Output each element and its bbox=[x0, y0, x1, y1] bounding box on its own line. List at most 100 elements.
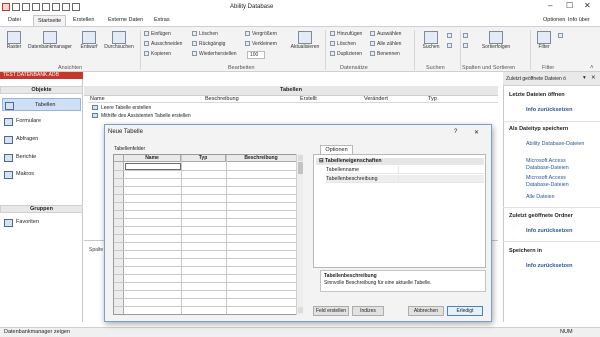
nav-item-queries[interactable]: Abfragen bbox=[2, 133, 81, 146]
grid-header-type[interactable]: Typ bbox=[181, 155, 226, 162]
help-button[interactable]: ? bbox=[454, 129, 457, 135]
paste-icon bbox=[144, 31, 149, 36]
info-menu[interactable]: Info über bbox=[568, 17, 590, 23]
maximize-button[interactable]: ☐ bbox=[566, 1, 573, 10]
zoom-out-icon bbox=[245, 41, 250, 46]
filetype-link-all[interactable]: Alle Dateien bbox=[526, 194, 555, 201]
recent-folders-heading: Zuletzt geöffnete Ordner bbox=[509, 213, 573, 219]
properties-section[interactable]: ⊟ Tabelleneigenschaften bbox=[316, 158, 484, 165]
cut-button[interactable]: Ausschneiden bbox=[144, 41, 182, 47]
pane-close-icon[interactable]: ✕ bbox=[591, 75, 596, 81]
options-menu[interactable]: Optionen bbox=[543, 17, 565, 23]
filter-button[interactable]: Filter bbox=[533, 31, 555, 51]
nav-item-forms[interactable]: Formulare bbox=[2, 115, 81, 128]
done-button[interactable]: Erledigt bbox=[447, 306, 483, 316]
undo-button[interactable]: Rückgängig bbox=[192, 41, 225, 47]
filetype-link-access[interactable]: Microsoft Access Database-Dateien bbox=[526, 158, 586, 172]
indexes-button[interactable]: Indizes bbox=[352, 306, 384, 316]
dbmanager-button[interactable]: Datenbankmanager bbox=[24, 31, 76, 51]
shrink-button[interactable]: Verkleinern bbox=[245, 41, 277, 47]
active-cell[interactable] bbox=[125, 163, 181, 170]
design-button[interactable]: Entwurf bbox=[77, 31, 101, 51]
pane-dropdown-icon[interactable]: ▾ bbox=[583, 75, 586, 81]
nav-item-reports[interactable]: Berichte bbox=[2, 151, 81, 164]
tab-home[interactable]: Startseite bbox=[33, 15, 67, 26]
sort-asc-button[interactable] bbox=[463, 43, 470, 49]
insert-button[interactable]: Einfügen bbox=[144, 31, 171, 37]
tab-external-data[interactable]: Externe Daten bbox=[108, 17, 143, 23]
grid-header-description[interactable]: Beschreibung bbox=[226, 155, 297, 162]
copy-button[interactable]: Kopieren bbox=[144, 51, 171, 57]
form-icon bbox=[4, 118, 13, 126]
tab-create[interactable]: Erstellen bbox=[73, 17, 94, 23]
new-file-icon[interactable] bbox=[12, 3, 20, 11]
group-columns-label: Spalten und Sortieren bbox=[462, 65, 516, 71]
minimize-button[interactable]: – bbox=[548, 1, 552, 10]
open-recent-heading: Letzte Dateien öffnen bbox=[509, 92, 565, 98]
raster-button[interactable]: Raster bbox=[3, 31, 25, 51]
group-separator bbox=[460, 30, 461, 70]
filter-options-button[interactable] bbox=[558, 33, 565, 39]
sort-button[interactable]: Sortierfolgen bbox=[476, 31, 516, 51]
delete-button[interactable]: Löschen bbox=[192, 31, 218, 37]
refresh-icon bbox=[298, 31, 312, 44]
undo-icon[interactable] bbox=[52, 3, 60, 11]
grid-row-line bbox=[114, 290, 297, 291]
search-next-button[interactable] bbox=[447, 33, 454, 39]
duplicate-button[interactable]: Duplizieren bbox=[330, 51, 362, 57]
nav-item-macros[interactable]: Makros bbox=[2, 168, 81, 181]
column-button[interactable] bbox=[463, 33, 470, 39]
grid-row-line bbox=[114, 282, 297, 283]
query-icon bbox=[4, 136, 13, 144]
delete-record-button[interactable]: Löschen bbox=[330, 41, 356, 47]
fields-grid[interactable]: Name Typ Beschreibung bbox=[113, 154, 303, 315]
select-all-button[interactable]: Alle zählen bbox=[370, 41, 401, 47]
open-file-icon[interactable] bbox=[22, 3, 30, 11]
reset-info-link[interactable]: Info zurücksetzen bbox=[526, 263, 572, 269]
reset-info-link[interactable]: Info zurücksetzen bbox=[526, 107, 572, 113]
grid-header-name[interactable]: Name bbox=[124, 155, 181, 162]
property-description-box: Tabellenbeschreibung Sinnvolle Beschreib… bbox=[320, 270, 486, 292]
select-button[interactable]: Auswählen bbox=[370, 31, 401, 37]
description-title: Tabellenbeschreibung bbox=[324, 273, 377, 279]
filetype-link-access-2[interactable]: Microsoft Access Database-Dateien bbox=[526, 175, 586, 189]
zoom-in-icon bbox=[245, 31, 250, 36]
enlarge-button[interactable]: Vergrößern bbox=[245, 31, 277, 37]
grid-row-line bbox=[114, 306, 297, 307]
redo-button[interactable]: Wiederherstellen bbox=[192, 51, 237, 57]
scroll-up-icon[interactable] bbox=[298, 155, 303, 161]
dialog-close-button[interactable]: ✕ bbox=[474, 129, 479, 136]
sort-asc-icon bbox=[463, 43, 468, 48]
reset-info-link[interactable]: Info zurücksetzen bbox=[526, 228, 572, 234]
rename-button[interactable]: Benennen bbox=[370, 51, 400, 57]
zoom-select[interactable]: 100 bbox=[247, 51, 266, 59]
collapse-ribbon-icon[interactable]: ˄ bbox=[590, 65, 594, 71]
search-button[interactable]: Suchen bbox=[418, 31, 444, 51]
tab-tools[interactable]: Extras bbox=[154, 17, 170, 23]
save-icon[interactable] bbox=[32, 3, 40, 11]
replace-button[interactable] bbox=[447, 43, 454, 49]
print-icon[interactable] bbox=[42, 3, 50, 11]
nav-item-favorites[interactable]: Favoriten bbox=[2, 216, 81, 229]
refresh-button[interactable]: Aktualisieren bbox=[287, 31, 323, 51]
redo-icon[interactable] bbox=[62, 3, 70, 11]
tab-file[interactable]: Datei bbox=[8, 17, 21, 23]
scroll-thumb[interactable] bbox=[298, 162, 303, 174]
browse-button[interactable]: Durchsuchen bbox=[101, 31, 137, 51]
filetype-link-ability[interactable]: Ability Database-Dateien bbox=[526, 141, 586, 148]
browse-icon bbox=[112, 31, 126, 44]
create-field-button[interactable]: Feld erstellen bbox=[313, 306, 349, 316]
add-record-button[interactable]: Hinzufügen bbox=[330, 31, 362, 37]
cancel-button[interactable]: Abbrechen bbox=[408, 306, 444, 316]
nav-item-tables[interactable]: Tabellen bbox=[2, 98, 81, 111]
list-item[interactable]: Leere Tabelle erstellen bbox=[92, 105, 151, 111]
report-icon bbox=[4, 154, 13, 162]
scroll-down-icon[interactable] bbox=[298, 307, 303, 313]
customize-icon[interactable] bbox=[72, 3, 80, 11]
list-item[interactable]: Mithilfe des Assistenten Tabelle erstell… bbox=[92, 113, 191, 119]
table-description-input[interactable] bbox=[398, 175, 484, 183]
close-button[interactable]: ✕ bbox=[584, 1, 591, 10]
grid-scrollbar[interactable] bbox=[296, 154, 303, 315]
grid-row-line bbox=[114, 178, 297, 179]
table-name-input[interactable] bbox=[398, 166, 484, 174]
